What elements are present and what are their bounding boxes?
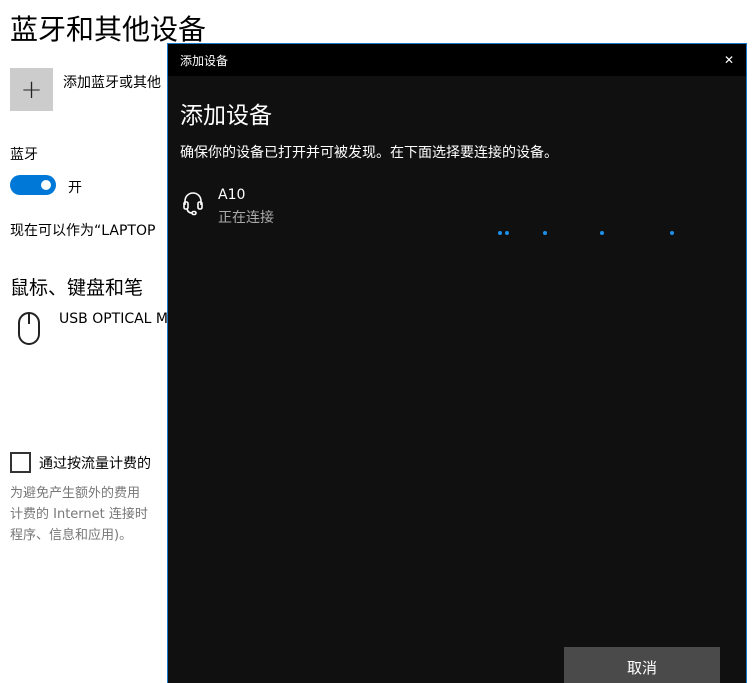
metered-checkbox[interactable] — [10, 452, 31, 473]
device-name[interactable]: A10 — [218, 187, 245, 203]
desc-line: 程序、信息和应用)。 — [10, 528, 133, 543]
progress-dot — [600, 231, 604, 235]
desc-line: 计费的 Internet 连接时 — [10, 507, 148, 522]
progress-dot — [670, 231, 674, 235]
toggle-state: 开 — [68, 180, 82, 196]
metered-description: 为避免产生额外的费用 计费的 Internet 连接时 程序、信息和应用)。 — [10, 483, 180, 546]
mouse-section-heading: 鼠标、键盘和笔 — [10, 277, 144, 299]
headset-icon — [183, 192, 203, 216]
page-title: 蓝牙和其他设备 — [10, 13, 207, 46]
progress-dot — [543, 231, 547, 235]
bluetooth-label: 蓝牙 — [10, 147, 38, 163]
mouse-icon — [18, 312, 40, 345]
metered-checkbox-label: 通过按流量计费的 — [39, 456, 151, 472]
desc-line: 为避免产生额外的费用 — [10, 486, 141, 501]
dialog-window-title: 添加设备 — [180, 53, 229, 68]
add-device-label[interactable]: 添加蓝牙或其他 — [63, 72, 161, 92]
dialog-title-bar[interactable]: 添加设备 ✕ — [168, 44, 746, 76]
cancel-button[interactable]: 取消 — [564, 647, 720, 683]
progress-dot — [498, 231, 502, 235]
add-device-dialog: 添加设备 ✕ 添加设备 确保你的设备已打开并可被发现。在下面选择要连接的设备。 … — [167, 43, 747, 683]
mouse-device-name[interactable]: USB OPTICAL M — [59, 311, 168, 327]
discoverable-text: 现在可以作为“LAPTOP — [10, 223, 156, 239]
add-device-button[interactable]: + — [10, 68, 53, 111]
bluetooth-toggle[interactable] — [10, 175, 56, 195]
dialog-subtitle: 确保你的设备已打开并可被发现。在下面选择要连接的设备。 — [180, 145, 558, 161]
progress-dot — [505, 231, 509, 235]
close-icon[interactable]: ✕ — [724, 53, 734, 67]
device-status: 正在连接 — [218, 210, 274, 226]
plus-icon: + — [20, 74, 43, 105]
dialog-heading: 添加设备 — [180, 103, 272, 129]
